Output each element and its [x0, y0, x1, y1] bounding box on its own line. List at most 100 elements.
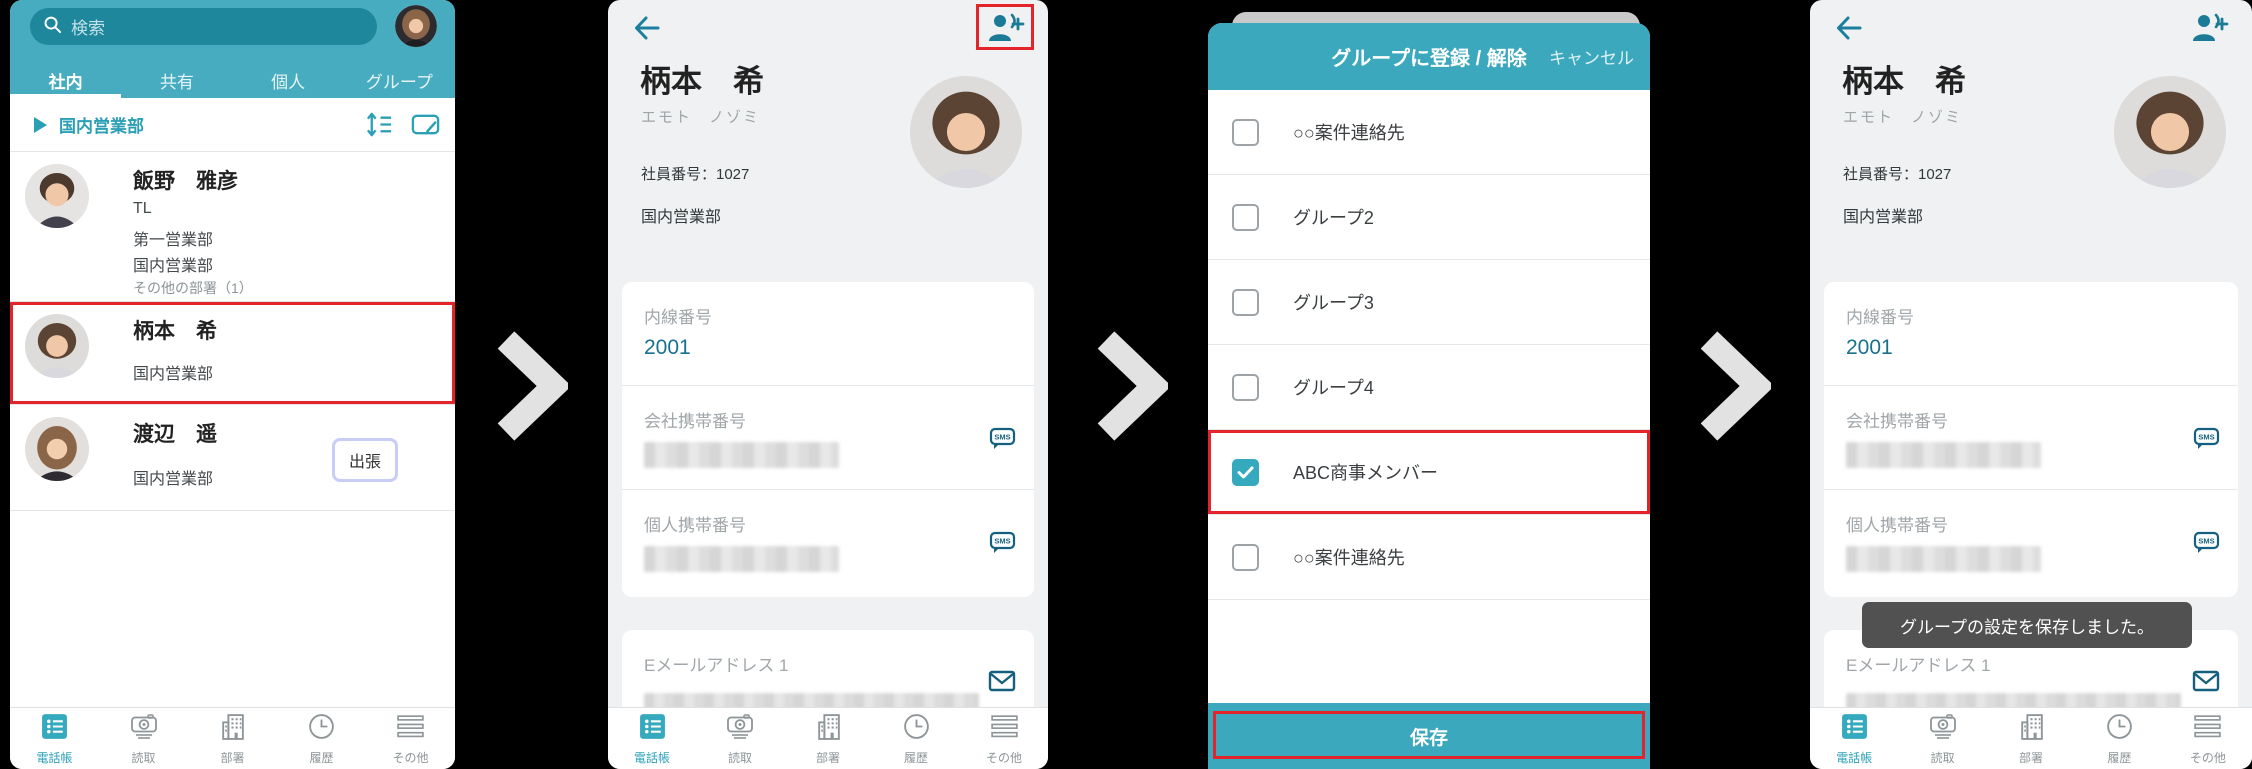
- tabbar-item-department[interactable]: 部署: [188, 708, 277, 769]
- sms-icon[interactable]: SMS: [2193, 530, 2220, 561]
- tabbar-item-scan[interactable]: 読取: [696, 708, 784, 769]
- group-row[interactable]: グループ2: [1208, 175, 1650, 260]
- group-label: グループ3: [1293, 293, 1374, 313]
- screen-contact-list: 検索 社内 共有 個人 グループ 国内営業部 飯野 雅彦 TL 第一営業部 国内…: [10, 0, 455, 769]
- field-label: 内線番号: [1846, 308, 1914, 327]
- sms-icon[interactable]: SMS: [2193, 426, 2220, 457]
- search-input[interactable]: 検索: [30, 8, 377, 45]
- checkbox-unchecked[interactable]: [1232, 118, 1259, 146]
- checkbox-unchecked[interactable]: [1232, 373, 1259, 401]
- back-arrow-icon[interactable]: [630, 12, 664, 49]
- tabbar-label: 電話帳: [633, 750, 670, 765]
- field-extension: 内線番号 2001: [1824, 282, 2238, 386]
- save-button[interactable]: 保存: [1208, 703, 1650, 769]
- group-row[interactable]: ○○案件連絡先: [1208, 515, 1650, 600]
- tabbar-item-phonebook[interactable]: 電話帳: [608, 708, 696, 769]
- edit-group-icon[interactable]: [410, 109, 441, 145]
- svg-text:SMS: SMS: [2198, 537, 2214, 546]
- cancel-button[interactable]: キャンセル: [1549, 23, 1634, 90]
- camera-scan-icon: [1928, 712, 1958, 746]
- field-label: 会社携帯番号: [644, 412, 746, 431]
- tabbar-label: 電話帳: [1836, 750, 1873, 765]
- checkbox-unchecked[interactable]: [1232, 288, 1259, 316]
- field-company-mobile: 会社携帯番号 SMS: [1824, 386, 2238, 490]
- checkbox-checked[interactable]: [1232, 458, 1259, 486]
- redacted-phone-number[interactable]: [644, 546, 839, 572]
- contact-name: 柄本 希: [133, 320, 217, 343]
- tabbar-label: その他: [985, 750, 1022, 765]
- menu-lines-icon: [2192, 712, 2223, 746]
- sms-icon[interactable]: SMS: [989, 426, 1016, 457]
- back-arrow-icon[interactable]: [1832, 12, 1866, 49]
- contact-row-iino[interactable]: 飯野 雅彦 TL 第一営業部 国内営業部 その他の部署（1）: [10, 152, 455, 302]
- step-arrow-icon: [492, 328, 572, 449]
- tabbar-label: 履歴: [309, 750, 334, 765]
- extension-value[interactable]: 2001: [1846, 336, 1893, 360]
- tabbar-item-department[interactable]: 部署: [1987, 708, 2075, 769]
- add-to-group-button[interactable]: [2180, 4, 2238, 50]
- tabbar-label: 読取: [131, 750, 156, 765]
- profile-employee-number: 社員番号：1027: [641, 166, 750, 183]
- tabbar-label: 読取: [1930, 750, 1955, 765]
- tabbar-item-other[interactable]: その他: [2164, 708, 2252, 769]
- redacted-phone-number[interactable]: [1846, 442, 2041, 468]
- group-row[interactable]: ○○案件連絡先: [1208, 90, 1650, 175]
- tab-internal[interactable]: 社内: [10, 62, 121, 98]
- extension-value[interactable]: 2001: [644, 336, 691, 360]
- tab-personal[interactable]: 個人: [233, 62, 344, 98]
- bottom-tabbar: 電話帳 読取 部署 履歴 その他: [10, 707, 455, 769]
- my-avatar[interactable]: [395, 5, 437, 47]
- contact-name: 渡辺 遥: [133, 423, 217, 446]
- group-row-abc[interactable]: ABC商事メンバー: [1208, 430, 1650, 515]
- department-section-header[interactable]: 国内営業部: [10, 98, 455, 152]
- group-label: ABC商事メンバー: [1293, 463, 1439, 483]
- contact-avatar: [25, 164, 89, 228]
- tabbar-item-history[interactable]: 履歴: [2075, 708, 2163, 769]
- checkbox-unchecked[interactable]: [1232, 543, 1259, 571]
- add-to-group-button[interactable]: [976, 4, 1034, 50]
- field-label: Eメールアドレス 1: [1846, 656, 1991, 675]
- profile-employee-number: 社員番号：1027: [1843, 166, 1952, 183]
- checkbox-unchecked[interactable]: [1232, 203, 1259, 231]
- tab-shared[interactable]: 共有: [121, 62, 232, 98]
- sms-icon[interactable]: SMS: [989, 530, 1016, 561]
- redacted-phone-number[interactable]: [1846, 546, 2041, 572]
- tabbar-item-history[interactable]: 履歴: [872, 708, 960, 769]
- tabbar-item-scan[interactable]: 読取: [99, 708, 188, 769]
- contact-row-watanabe[interactable]: 渡辺 遥 国内営業部 出張: [10, 405, 455, 511]
- contact-row-emoto[interactable]: 柄本 希 国内営業部: [10, 302, 455, 405]
- clock-icon: [2105, 712, 2134, 746]
- tabbar-item-history[interactable]: 履歴: [277, 708, 366, 769]
- tabbar-item-phonebook[interactable]: 電話帳: [1810, 708, 1898, 769]
- tabbar-label: 読取: [727, 750, 752, 765]
- tabbar-item-scan[interactable]: 読取: [1898, 708, 1986, 769]
- contact-list-body: 国内営業部 飯野 雅彦 TL 第一営業部 国内営業部 その他の部署（1） 柄本 …: [10, 98, 455, 708]
- expand-triangle-icon: [34, 116, 47, 133]
- sort-icon[interactable]: [364, 109, 395, 145]
- section-title: 国内営業部: [59, 117, 144, 136]
- screen-group-modal: グループに登録 / 解除 キャンセル ○○案件連絡先 グループ2 グループ3 グ…: [1208, 0, 1653, 769]
- tabbar-label: その他: [2189, 750, 2226, 765]
- tabbar-item-department[interactable]: 部署: [784, 708, 872, 769]
- phonebook-icon: [1840, 712, 1869, 746]
- bottom-tabbar: 電話帳 読取 部署 履歴 その他: [1810, 707, 2252, 769]
- group-label: ○○案件連絡先: [1293, 123, 1405, 143]
- group-row[interactable]: グループ4: [1208, 345, 1650, 430]
- profile-department: 国内営業部: [641, 209, 722, 226]
- tab-group[interactable]: グループ: [344, 62, 455, 98]
- tabbar-item-phonebook[interactable]: 電話帳: [10, 708, 99, 769]
- phonebook-icon: [638, 712, 667, 746]
- contact-dept1: 国内営業部: [133, 366, 214, 383]
- contact-dept1: 第一営業部: [133, 232, 214, 249]
- svg-text:SMS: SMS: [994, 537, 1010, 546]
- profile-name: 柄本 希: [640, 64, 764, 99]
- search-icon: [43, 15, 62, 39]
- group-row[interactable]: グループ3: [1208, 260, 1650, 345]
- mail-icon[interactable]: [2192, 670, 2220, 697]
- tabbar-item-other[interactable]: その他: [366, 708, 455, 769]
- redacted-phone-number[interactable]: [644, 442, 839, 468]
- tabbar-item-other[interactable]: その他: [960, 708, 1048, 769]
- field-extension: 内線番号 2001: [622, 282, 1034, 386]
- mail-icon[interactable]: [988, 670, 1016, 697]
- group-label: グループ2: [1293, 208, 1374, 228]
